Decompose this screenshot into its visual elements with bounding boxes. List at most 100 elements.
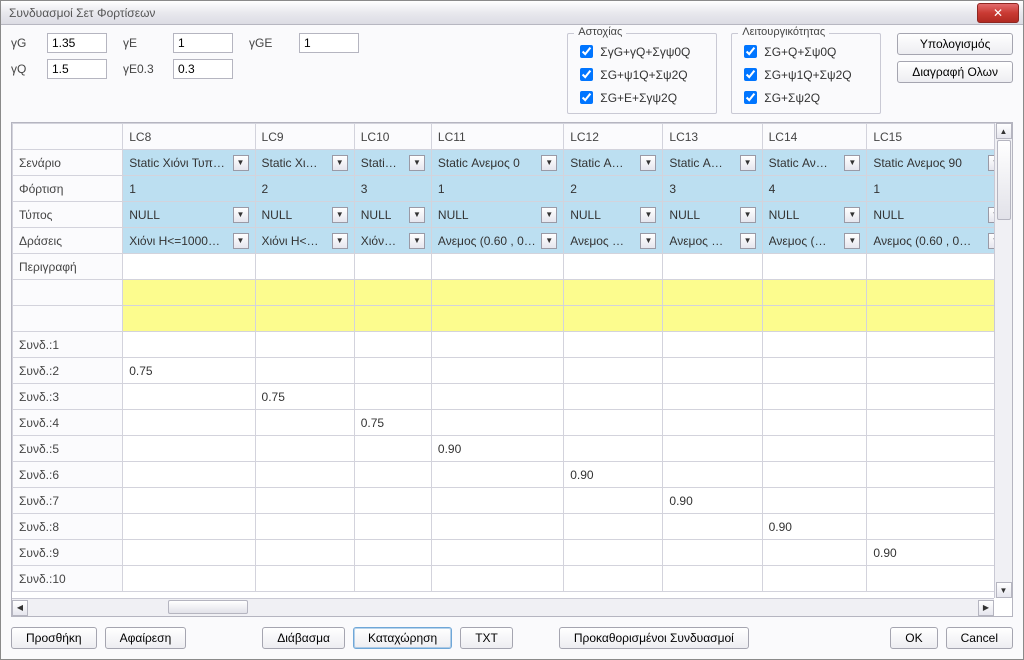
desc-cell[interactable]	[255, 254, 354, 280]
combo-cell[interactable]	[255, 540, 354, 566]
gE-input[interactable]	[173, 33, 233, 53]
actions-cell[interactable]: Ανεμος (…▼	[762, 228, 867, 254]
dropdown-icon[interactable]: ▼	[844, 233, 860, 249]
combo-cell[interactable]	[564, 384, 663, 410]
ok-button[interactable]: OK	[890, 627, 937, 649]
add-button[interactable]: Προσθήκη	[11, 627, 97, 649]
combo-cell[interactable]: 0.75	[255, 384, 354, 410]
combo-cell[interactable]	[867, 488, 1010, 514]
scenario-cell[interactable]: Static Χι…▼	[255, 150, 354, 176]
combo-cell[interactable]	[867, 332, 1010, 358]
remove-button[interactable]: Αφαίρεση	[105, 627, 187, 649]
combo-cell[interactable]	[123, 566, 255, 592]
dropdown-icon[interactable]: ▼	[332, 233, 348, 249]
load-cell[interactable]: 1	[123, 176, 255, 202]
chk-a1-box[interactable]	[580, 45, 593, 58]
combo-cell[interactable]	[663, 514, 762, 540]
actions-cell[interactable]: Ανεμος (0.60 , 0…▼	[867, 228, 1010, 254]
combo-cell[interactable]	[431, 410, 563, 436]
chk-a3-box[interactable]	[580, 91, 593, 104]
column-header[interactable]: LC15	[867, 124, 1010, 150]
scroll-up-icon[interactable]: ▲	[996, 123, 1012, 139]
combo-cell[interactable]: 0.90	[431, 436, 563, 462]
combo-cell[interactable]	[564, 410, 663, 436]
blank-cell[interactable]	[564, 306, 663, 332]
combo-cell[interactable]	[564, 332, 663, 358]
column-header[interactable]: LC8	[123, 124, 255, 150]
blank-cell[interactable]	[255, 306, 354, 332]
combo-cell[interactable]	[354, 358, 431, 384]
column-header[interactable]: LC12	[564, 124, 663, 150]
scenario-cell[interactable]: Static Α…▼	[564, 150, 663, 176]
combo-cell[interactable]	[663, 436, 762, 462]
combo-cell[interactable]: 0.90	[564, 462, 663, 488]
dropdown-icon[interactable]: ▼	[541, 233, 557, 249]
chk-a3[interactable]: ΣG+E+Σγψ2Q	[576, 88, 708, 107]
combo-cell[interactable]	[255, 462, 354, 488]
desc-cell[interactable]	[867, 254, 1010, 280]
combo-cell[interactable]	[123, 332, 255, 358]
delete-all-button[interactable]: Διαγραφή Ολων	[897, 61, 1013, 83]
combo-cell[interactable]	[762, 540, 867, 566]
combo-cell[interactable]	[663, 462, 762, 488]
combo-cell[interactable]	[123, 540, 255, 566]
blank-cell[interactable]	[762, 280, 867, 306]
actions-cell[interactable]: Χιόν…▼	[354, 228, 431, 254]
chk-l3[interactable]: ΣG+Σψ2Q	[740, 88, 872, 107]
combo-cell[interactable]	[354, 332, 431, 358]
save-button[interactable]: Καταχώρηση	[353, 627, 452, 649]
chk-a1[interactable]: ΣγG+γQ+Σγψ0Q	[576, 42, 708, 61]
blank-cell[interactable]	[867, 280, 1010, 306]
combo-cell[interactable]	[123, 436, 255, 462]
dropdown-icon[interactable]: ▼	[541, 207, 557, 223]
dropdown-icon[interactable]: ▼	[332, 155, 348, 171]
combo-cell[interactable]	[762, 566, 867, 592]
load-cell[interactable]: 1	[867, 176, 1010, 202]
dropdown-icon[interactable]: ▼	[640, 155, 656, 171]
chk-l1[interactable]: ΣG+Q+Σψ0Q	[740, 42, 872, 61]
combo-cell[interactable]	[762, 332, 867, 358]
combo-cell[interactable]	[564, 358, 663, 384]
actions-cell[interactable]: Χιόνι H<…▼	[255, 228, 354, 254]
blank-cell[interactable]	[255, 280, 354, 306]
blank-cell[interactable]	[123, 306, 255, 332]
scenario-cell[interactable]: Static Χιόνι Τυπ…▼	[123, 150, 255, 176]
combo-cell[interactable]	[255, 566, 354, 592]
column-header[interactable]: LC11	[431, 124, 563, 150]
desc-cell[interactable]	[354, 254, 431, 280]
blank-cell[interactable]	[762, 306, 867, 332]
combo-cell[interactable]	[123, 514, 255, 540]
gG-input[interactable]	[47, 33, 107, 53]
blank-cell[interactable]	[431, 280, 563, 306]
dropdown-icon[interactable]: ▼	[740, 233, 756, 249]
chk-l2-box[interactable]	[744, 68, 757, 81]
load-cell[interactable]: 3	[354, 176, 431, 202]
gQ-input[interactable]	[47, 59, 107, 79]
combo-cell[interactable]	[255, 488, 354, 514]
scroll-right-icon[interactable]: ▶	[978, 600, 994, 616]
actions-cell[interactable]: Ανεμος (0.60 , 0…▼	[431, 228, 563, 254]
txt-button[interactable]: TXT	[460, 627, 513, 649]
horizontal-scrollbar[interactable]: ◀ ▶	[12, 598, 994, 616]
type-cell[interactable]: NULL▼	[564, 202, 663, 228]
combo-cell[interactable]	[762, 488, 867, 514]
combo-cell[interactable]	[762, 384, 867, 410]
combo-cell[interactable]	[867, 384, 1010, 410]
desc-cell[interactable]	[564, 254, 663, 280]
combo-cell[interactable]	[663, 540, 762, 566]
hscroll-track[interactable]	[28, 600, 978, 616]
combo-cell[interactable]	[354, 566, 431, 592]
gGE-input[interactable]	[299, 33, 359, 53]
dropdown-icon[interactable]: ▼	[233, 207, 249, 223]
combo-cell[interactable]	[431, 540, 563, 566]
column-header[interactable]: LC14	[762, 124, 867, 150]
scenario-cell[interactable]: Stati…▼	[354, 150, 431, 176]
scroll-left-icon[interactable]: ◀	[12, 600, 28, 616]
desc-cell[interactable]	[663, 254, 762, 280]
blank-cell[interactable]	[431, 306, 563, 332]
combo-cell[interactable]	[762, 410, 867, 436]
combo-cell[interactable]	[663, 358, 762, 384]
type-cell[interactable]: NULL▼	[354, 202, 431, 228]
blank-cell[interactable]	[867, 306, 1010, 332]
type-cell[interactable]: NULL▼	[762, 202, 867, 228]
